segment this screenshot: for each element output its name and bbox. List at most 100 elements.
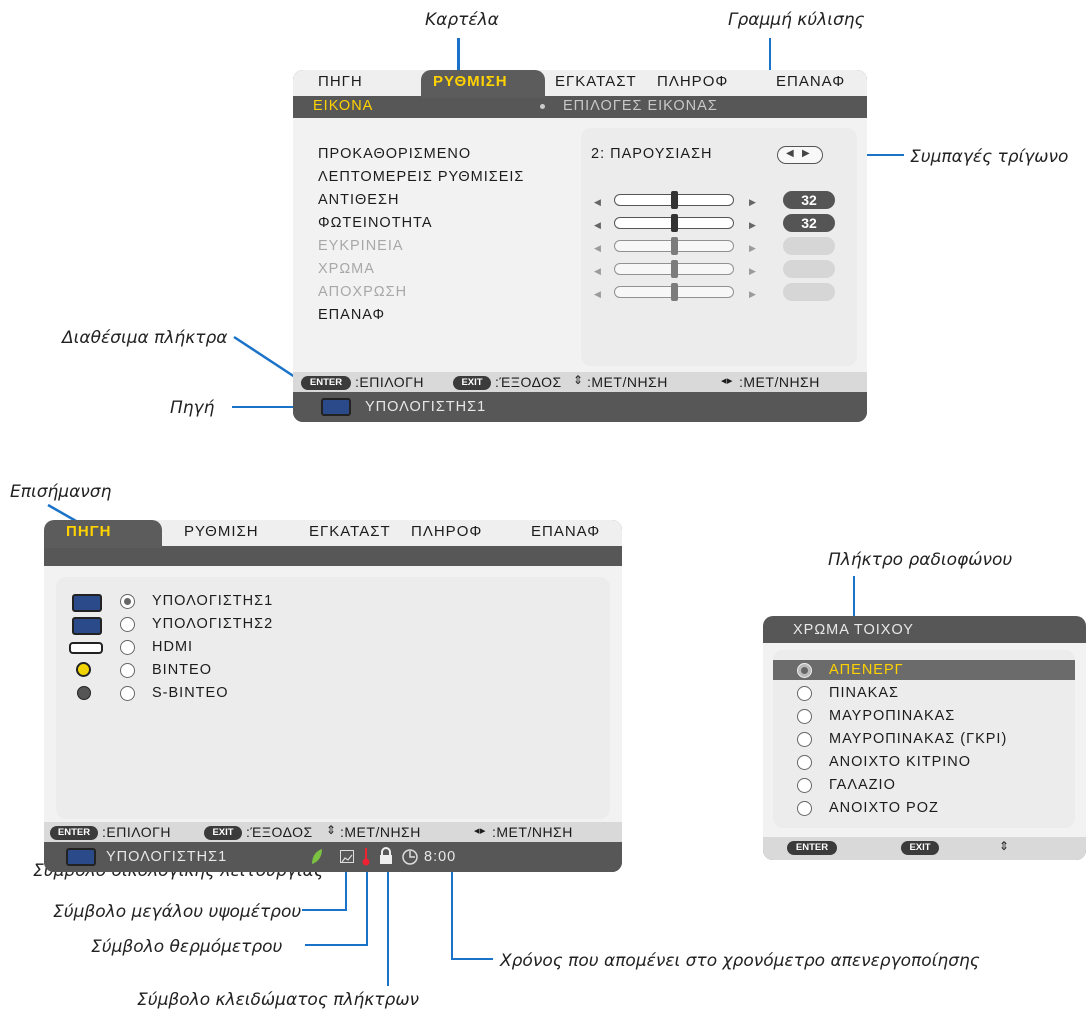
callout-available-keys: Διαθέσιμα πλήκτρα	[62, 328, 228, 348]
current-source: ΥΠΟΛΟΓΙΣΤΗΣ1	[365, 399, 487, 415]
wall-color-title: ΧΡΩΜΑ ΤΟΙΧΟΥ	[793, 622, 914, 638]
menu-tab-bar: ΠΗΓΗ ΡΥΘΜΙΣΗ ΕΓΚΑΤΑΣΤ ΠΛΗΡΟΦ ΕΠΑΝΑΦ	[44, 520, 622, 548]
tab-info[interactable]: ΠΛΗΡΟΦ	[411, 523, 482, 540]
exit-key-badge: EXIT	[204, 826, 242, 840]
radio-light-pink[interactable]	[797, 801, 812, 816]
source-video[interactable]: ΒΙΝΤΕΟ	[152, 662, 212, 678]
computer2-icon	[72, 617, 102, 635]
callout-off-timer: Χρόνος που απομένει στο χρονόμετρο απενε…	[500, 951, 980, 971]
callout-thermometer-symbol: Σύμβολο θερμόμετρου	[91, 937, 283, 957]
slider-knob	[671, 283, 678, 301]
tab-setup-label: ΡΥΘΜΙΣΗ	[433, 73, 508, 90]
slider-right-arrow-icon[interactable]: ▶	[749, 220, 756, 231]
leader-line-tab	[457, 38, 460, 72]
radio-hdmi[interactable]	[120, 640, 135, 655]
slider-left-arrow-icon[interactable]: ◀	[594, 220, 601, 231]
source-computer2[interactable]: ΥΠΟΛΟΓΙΣΤΗΣ2	[152, 616, 273, 632]
highlight-bar	[773, 660, 1075, 680]
radio-light-yellow[interactable]	[797, 755, 812, 770]
svideo-icon	[77, 686, 91, 700]
radio-whiteboard[interactable]	[797, 686, 812, 701]
slider-right-arrow-icon: ▶	[749, 289, 756, 299]
color-value	[783, 260, 835, 278]
subtab-picture-options[interactable]: ΕΠΙΛΟΓΕΣ ΕΙΚΟΝΑΣ	[563, 98, 718, 114]
item-contrast[interactable]: ΑΝΤΙΘΕΣΗ	[318, 192, 399, 208]
radio-svideo[interactable]	[120, 686, 135, 701]
radio-computer2[interactable]	[120, 617, 135, 632]
slider-right-arrow-icon: ▶	[749, 243, 756, 253]
left-triangle-icon[interactable]: ◀	[786, 148, 794, 159]
tab-source-active[interactable]: ΠΗΓΗ	[44, 520, 162, 548]
enter-key-badge: ENTER	[301, 376, 351, 390]
exit-key-badge: EXIT	[453, 376, 491, 390]
radio-blackboard-gray[interactable]	[797, 732, 812, 747]
callout-source: Πηγή	[170, 398, 215, 418]
leader-line-alt-h	[302, 909, 347, 911]
slider-right-arrow-icon[interactable]: ▶	[749, 197, 756, 208]
tab-source[interactable]: ΠΗΓΗ	[318, 73, 363, 90]
move-horizontal-label: :ΜΕΤ/ΝΗΣΗ	[492, 824, 573, 840]
sharpness-value	[783, 237, 835, 255]
computer-source-icon	[321, 398, 351, 416]
source-computer1[interactable]: ΥΠΟΛΟΓΙΣΤΗΣ1	[152, 593, 273, 609]
brightness-value: 32	[783, 214, 835, 232]
slider-right-arrow-icon: ▶	[749, 266, 756, 276]
tab-install[interactable]: ΕΓΚΑΤΑΣΤ	[555, 73, 637, 90]
radio-light-blue[interactable]	[797, 778, 812, 793]
callout-high-altitude-symbol: Σύμβολο μεγάλου υψομέτρου	[53, 902, 302, 922]
exit-key-label: :ΈΞΟΔΟΣ	[495, 374, 562, 390]
item-brightness[interactable]: ΦΩΤΕΙΝΟΤΗΤΑ	[318, 215, 433, 231]
source-hdmi[interactable]: HDMI	[152, 639, 193, 655]
slider-knob[interactable]	[671, 214, 678, 232]
thermometer-icon	[362, 848, 370, 866]
leader-line-temp-h	[305, 944, 368, 946]
off-timer-remaining: 8:00	[424, 849, 457, 865]
computer-source-icon	[66, 848, 96, 866]
off-timer-clock-icon	[402, 849, 418, 865]
slider-knob[interactable]	[671, 191, 678, 209]
hdmi-icon	[69, 642, 103, 654]
radio-video[interactable]	[120, 663, 135, 678]
radio-computer1[interactable]	[120, 594, 135, 609]
triangle-buttons[interactable]: ◀ ▶	[777, 146, 823, 164]
item-preset[interactable]: ΠΡΟΚΑΘΟΡΙΣΜΕΝΟ	[318, 146, 471, 162]
exit-key-badge: EXIT	[901, 841, 939, 855]
callout-key-lock-symbol: Σύμβολο κλειδώματος πλήκτρων	[137, 990, 420, 1010]
tab-install[interactable]: ΕΓΚΑΤΑΣΤ	[309, 523, 391, 540]
right-triangle-icon[interactable]: ▶	[802, 148, 810, 159]
option-whiteboard[interactable]: ΠΙΝΑΚΑΣ	[829, 685, 899, 701]
item-detail-settings[interactable]: ΛΕΠΤΟΜΕΡΕΙΣ ΡΥΘΜΙΣΕΙΣ	[318, 169, 524, 185]
item-reset[interactable]: ΕΠΑΝΑΦ	[318, 307, 385, 323]
option-light-yellow[interactable]: ΑΝΟΙΧΤΟ ΚΙΤΡΙΝΟ	[829, 754, 971, 770]
source-menu-osd: ΠΗΓΗ ΡΥΘΜΙΣΗ ΕΓΚΑΤΑΣΤ ΠΛΗΡΟΦ ΕΠΑΝΑΦ ΥΠΟΛ…	[44, 520, 622, 872]
updown-arrow-icon: ⇕	[999, 839, 1010, 853]
hue-value	[783, 283, 835, 301]
tab-setup-active[interactable]: ΡΥΘΜΙΣΗ	[421, 70, 545, 98]
leader-line-keys	[233, 335, 299, 381]
item-hue[interactable]: ΑΠΟΧΡΩΣΗ	[318, 284, 407, 300]
option-light-pink[interactable]: ΑΝΟΙΧΤΟ ΡΟΖ	[829, 800, 939, 816]
item-color[interactable]: ΧΡΩΜΑ	[318, 261, 375, 277]
contrast-value: 32	[783, 191, 835, 209]
slider-knob	[671, 260, 678, 278]
subtab-picture[interactable]: ΕΙΚΟΝΑ	[313, 98, 373, 114]
tab-info[interactable]: ΠΛΗΡΟΦ	[657, 73, 728, 90]
tab-reset[interactable]: ΕΠΑΝΑΦ	[531, 523, 600, 540]
tab-source-label: ΠΗΓΗ	[66, 523, 112, 540]
menu-tab-bar: ΠΗΓΗ ΡΥΘΜΙΣΗ ΕΓΚΑΤΑΣΤ ΠΛΗΡΟΦ ΕΠΑΝΑΦ	[293, 70, 867, 98]
option-blackboard[interactable]: ΜΑΥΡΟΠΙΝΑΚΑΣ	[829, 708, 955, 724]
move-horizontal-label: :ΜΕΤ/ΝΗΣΗ	[739, 374, 820, 390]
tab-setup[interactable]: ΡΥΘΜΙΣΗ	[184, 523, 259, 540]
tab-reset[interactable]: ΕΠΑΝΑΦ	[776, 73, 845, 90]
radio-off[interactable]	[797, 663, 812, 678]
option-light-blue[interactable]: ΓΑΛΑΖΙΟ	[829, 777, 896, 793]
option-blackboard-gray[interactable]: ΜΑΥΡΟΠΙΝΑΚΑΣ (ΓΚΡΙ)	[829, 731, 1007, 747]
radio-blackboard[interactable]	[797, 709, 812, 724]
item-sharpness[interactable]: ΕΥΚΡΙΝΕΙΑ	[318, 238, 404, 254]
slider-left-arrow-icon[interactable]: ◀	[594, 197, 601, 208]
current-source: ΥΠΟΛΟΓΙΣΤΗΣ1	[106, 849, 228, 865]
eco-leaf-icon	[312, 849, 322, 864]
option-off[interactable]: ΑΠΕΝΕΡΓ	[829, 662, 904, 678]
slider-left-arrow-icon: ◀	[594, 289, 601, 299]
source-svideo[interactable]: S-ΒΙΝΤΕΟ	[152, 685, 228, 701]
